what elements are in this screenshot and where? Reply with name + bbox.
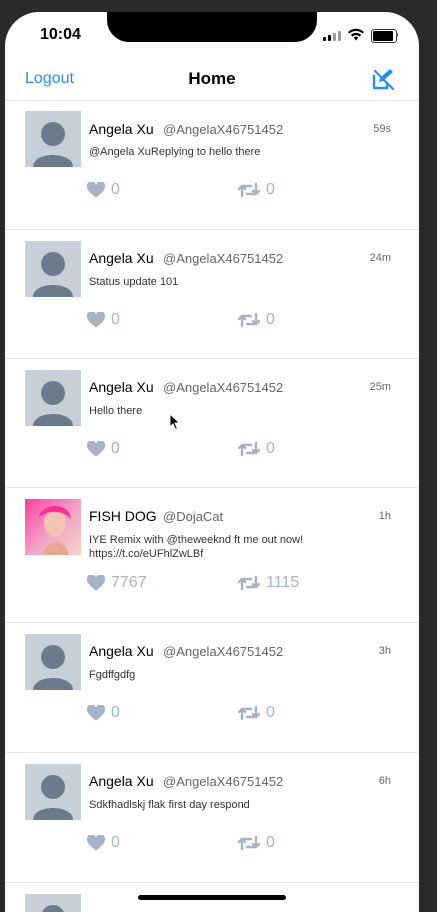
notch [107, 12, 317, 42]
tweet-author-name[interactable]: Angela Xu [89, 379, 154, 395]
default-avatar[interactable] [25, 370, 81, 426]
heart-icon [87, 182, 105, 198]
mouse-cursor-icon [169, 413, 181, 431]
tweet-author-name[interactable]: Angela Xu [89, 773, 154, 789]
tweet-timestamp: 25m [369, 381, 391, 393]
heart-icon [87, 441, 105, 457]
tweet-cell[interactable]: Angela Xu @AngelaX46751452 3h Fgdffgdfg … [5, 623, 419, 753]
tweet-author-handle: @AngelaX46751452 [163, 644, 284, 659]
retweet-button[interactable]: 0 [238, 704, 275, 722]
tweet-timestamp: 59s [373, 123, 391, 135]
tweet-body: Sdkfhadlskj flak first day respond [89, 799, 250, 811]
tweet-timestamp: 6h [378, 775, 391, 787]
page-title: Home [188, 69, 236, 88]
like-button[interactable]: 0 [87, 704, 120, 722]
like-button[interactable]: 0 [87, 181, 120, 199]
like-button[interactable]: 0 [87, 311, 120, 329]
tweet-author-name[interactable]: Angela Xu [89, 250, 154, 266]
like-count: 0 [111, 834, 120, 851]
cellular-signal-icon [323, 31, 341, 41]
retweet-icon [238, 312, 260, 328]
tweet-body: Fgdffgdfg [89, 669, 136, 681]
retweet-button[interactable]: 0 [238, 834, 275, 852]
retweet-count: 0 [266, 311, 275, 328]
retweet-button[interactable]: 1115 [238, 574, 299, 592]
retweet-button[interactable]: 0 [238, 311, 275, 329]
like-button[interactable]: 0 [87, 834, 120, 852]
heart-icon [87, 575, 105, 591]
tweet-author-handle: @DojaCat [163, 509, 224, 524]
tweet-feed[interactable]: Angela Xu @AngelaX46751452 59s @Angela X… [5, 101, 419, 912]
tweet-cell[interactable]: FISH DOG @DojaCat 1h IYE Remix with @the… [5, 488, 419, 623]
tweet-body: @Angela XuReplying to hello there [89, 146, 261, 158]
tweet-body: IYE Remix with @theweeknd ft me out now!… [89, 534, 304, 560]
like-button[interactable]: 7767 [87, 574, 147, 592]
like-button[interactable]: 0 [87, 440, 120, 458]
tweet-body: Status update 101 [89, 276, 179, 288]
retweet-icon [238, 575, 260, 591]
status-bar: 10:04 [5, 12, 419, 56]
battery-tip [396, 33, 398, 37]
default-avatar[interactable] [25, 894, 81, 912]
tweet-cell[interactable]: Angela Xu @AngelaX46751452 6h Sdkfhadlsk… [5, 753, 419, 883]
retweet-count: 0 [266, 440, 275, 457]
like-count: 0 [111, 311, 120, 328]
retweet-button[interactable]: 0 [238, 181, 275, 199]
default-avatar[interactable] [25, 111, 81, 167]
like-count: 0 [111, 181, 120, 198]
tweet-cell[interactable]: Angela Xu @AngelaX46751452 24m Status up… [5, 230, 419, 359]
battery-icon [371, 29, 397, 43]
navigation-bar: Logout Home [5, 56, 419, 101]
tweet-cell[interactable]: Angela Xu @AngelaX46751452 25m Hello the… [5, 359, 419, 488]
retweet-count: 0 [266, 181, 275, 198]
tweet-author-name[interactable]: Angela Xu [89, 643, 154, 659]
home-indicator [138, 895, 286, 900]
retweet-count: 0 [266, 704, 275, 721]
like-count: 0 [111, 440, 120, 457]
tweet-cell[interactable]: Angela Xu @AngelaX46751452 59s @Angela X… [5, 101, 419, 230]
tweet-author-handle: @AngelaX46751452 [163, 251, 284, 266]
retweet-count: 1115 [266, 574, 300, 591]
default-avatar[interactable] [25, 764, 81, 820]
compose-icon[interactable] [372, 68, 396, 90]
tweet-body: Hello there [89, 405, 143, 417]
wifi-icon [348, 28, 364, 41]
retweet-count: 0 [266, 834, 275, 851]
retweet-icon [238, 182, 260, 198]
phone-screen: 10:04 Logout Home Angela Xu @AngelaX4675… [5, 12, 419, 912]
tweet-timestamp: 1h [378, 510, 391, 522]
heart-icon [87, 705, 105, 721]
tweet-timestamp: 3h [378, 645, 391, 657]
default-avatar[interactable] [25, 634, 81, 690]
like-count: 0 [111, 704, 120, 721]
heart-icon [87, 835, 105, 851]
retweet-icon [238, 705, 260, 721]
status-time: 10:04 [40, 26, 81, 43]
like-count: 7767 [111, 574, 147, 591]
retweet-icon [238, 441, 260, 457]
tweet-author-name[interactable]: FISH DOG [89, 508, 157, 524]
tweet-author-handle: @AngelaX46751452 [163, 380, 284, 395]
tweet-author-handle: @AngelaX46751452 [163, 774, 284, 789]
profile-photo[interactable] [25, 499, 81, 555]
retweet-icon [238, 835, 260, 851]
tweet-timestamp: 24m [369, 252, 391, 264]
retweet-button[interactable]: 0 [238, 440, 275, 458]
heart-icon [87, 312, 105, 328]
tweet-author-name[interactable]: Angela Xu [89, 121, 154, 137]
tweet-author-handle: @AngelaX46751452 [163, 122, 284, 137]
default-avatar[interactable] [25, 241, 81, 297]
